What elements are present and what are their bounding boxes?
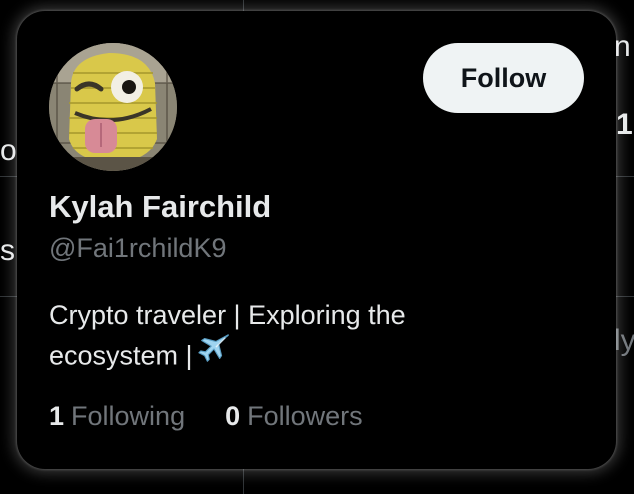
background-text-fragment: s [0,234,15,267]
bio-line: Crypto traveler | Exploring the [49,300,406,330]
page: n 1 o s ly Follow Kylah Fairchild @Fai1r… [0,0,634,494]
followers-count: 0 [225,401,241,431]
following-label: Following [71,401,186,431]
background-text-fragment: o [0,134,17,167]
bio-line-text: ecosystem | [49,340,193,371]
profile-stats: 1 Following 0 Followers [49,399,363,433]
profile-handle[interactable]: @Fai1rchildK9 [49,231,226,265]
followers-link[interactable]: 0 Followers [225,399,363,433]
airplane-icon [197,332,231,377]
profile-bio: Crypto traveler | Exploring the ecosyste… [49,295,589,380]
profile-display-name[interactable]: Kylah Fairchild [49,189,271,225]
background-text-fragment: ly [614,324,634,357]
following-count: 1 [49,401,65,431]
background-text-fragment: n [614,30,631,63]
avatar[interactable] [49,43,177,171]
bio-line: ecosystem | [49,332,589,380]
follow-button[interactable]: Follow [423,43,584,113]
profile-hover-card: Follow Kylah Fairchild @Fai1rchildK9 Cry… [17,11,616,469]
background-text-fragment: 1 [616,108,633,141]
following-link[interactable]: 1 Following [49,399,185,433]
winking-tongue-face-avatar [49,43,177,171]
followers-label: Followers [247,401,363,431]
